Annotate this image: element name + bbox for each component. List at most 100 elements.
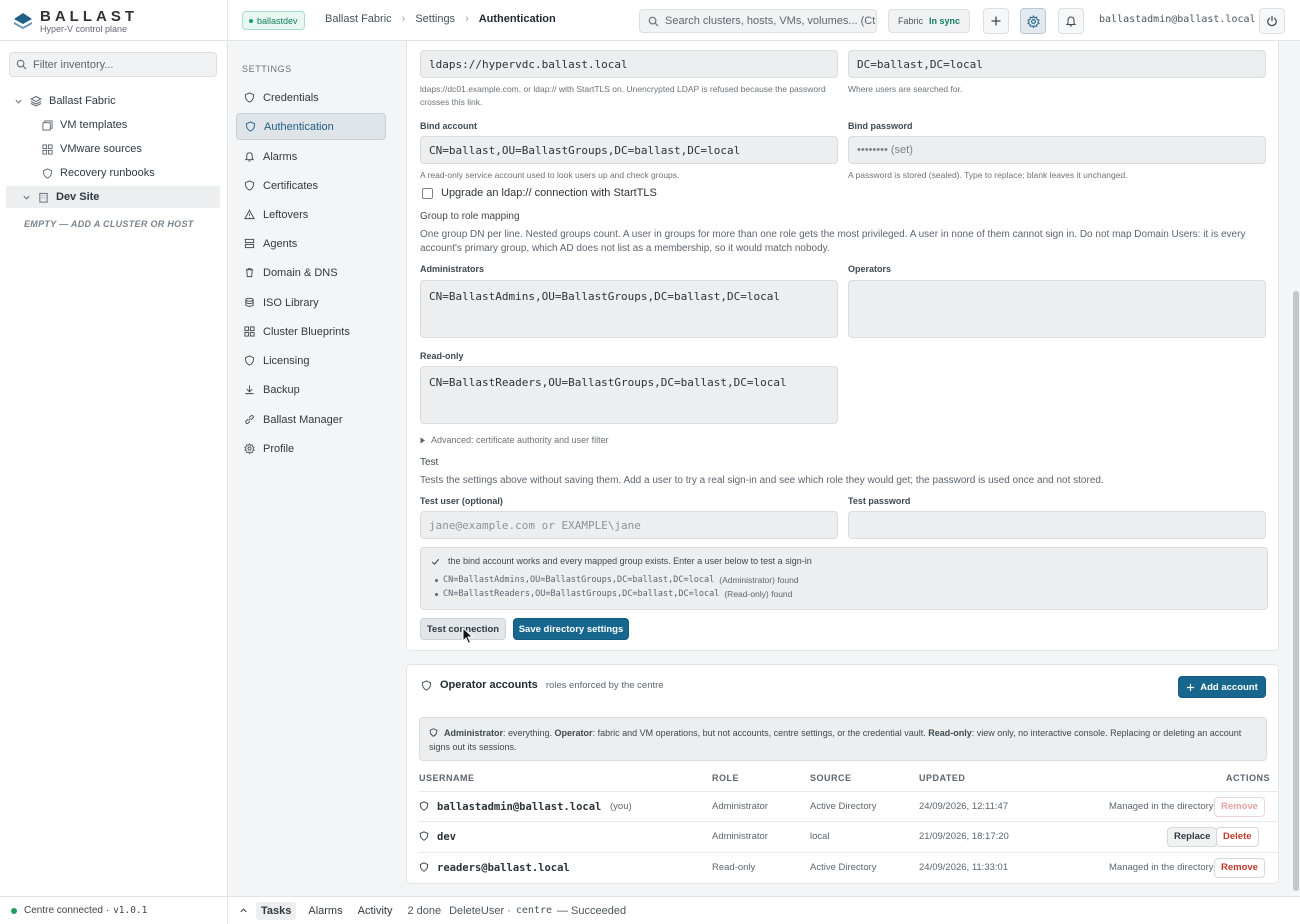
tab-alarms[interactable]: Alarms bbox=[308, 905, 342, 917]
nav-alarms[interactable]: Alarms bbox=[236, 143, 386, 170]
settings-button[interactable] bbox=[1020, 8, 1046, 34]
test-help: Tests the settings above without saving … bbox=[420, 475, 1104, 486]
filter-inventory-input[interactable]: Filter inventory... bbox=[9, 52, 217, 77]
column-header: SOURCE bbox=[810, 773, 852, 783]
role: Administrator bbox=[712, 801, 768, 812]
bind-password-input[interactable]: •••••••• (set) bbox=[848, 136, 1266, 164]
test-result-dn: CN=BallastAdmins,OU=BallastGroups,DC=bal… bbox=[443, 575, 715, 585]
replace-button[interactable]: Replace bbox=[1167, 826, 1218, 847]
download-icon bbox=[244, 384, 255, 395]
chevron-up-icon[interactable] bbox=[239, 906, 248, 915]
column-header: USERNAME bbox=[419, 773, 475, 783]
source: Active Directory bbox=[810, 801, 877, 812]
tree-item-vmware-sources[interactable]: VMware sources bbox=[42, 138, 142, 160]
layers-icon bbox=[30, 95, 42, 107]
administrators-textarea[interactable]: CN=BallastAdmins,OU=BallastGroups,DC=bal… bbox=[420, 280, 838, 338]
nav-leftovers[interactable]: Leftovers bbox=[236, 201, 386, 228]
remove-button[interactable]: Remove bbox=[1214, 857, 1265, 878]
updated: 21/09/2026, 18:17:20 bbox=[919, 831, 1009, 842]
info-shield-icon bbox=[429, 728, 438, 737]
nav-domain-dns[interactable]: Domain & DNS bbox=[236, 259, 386, 286]
starttls-checkbox[interactable] bbox=[422, 187, 433, 199]
nav-iso-library[interactable]: ISO Library bbox=[236, 289, 386, 316]
readonly-textarea[interactable]: CN=BallastReaders,OU=BallastGroups,DC=ba… bbox=[420, 366, 838, 424]
test-result-item: CN=BallastReaders,OU=BallastGroups,DC=ba… bbox=[435, 589, 792, 599]
tree-item-dev-site[interactable]: Dev Site bbox=[6, 186, 220, 208]
test-user-input[interactable]: jane@example.com or EXAMPLE\jane bbox=[420, 511, 838, 539]
last-task-result: — Succeeded bbox=[556, 904, 627, 917]
role-admin: Administrator bbox=[444, 728, 504, 738]
test-result-note: (Read-only) found bbox=[724, 589, 793, 599]
sign-out-button[interactable] bbox=[1259, 8, 1285, 34]
nav-agents[interactable]: Agents bbox=[236, 230, 386, 257]
notifications-button[interactable] bbox=[1058, 8, 1084, 34]
tree-item-fabric[interactable]: Ballast Fabric bbox=[14, 90, 116, 112]
shield-icon bbox=[244, 180, 255, 191]
nav-credentials[interactable]: Credentials bbox=[236, 84, 386, 111]
warning-icon bbox=[244, 209, 255, 220]
test-password-input[interactable] bbox=[848, 511, 1266, 539]
nav-authentication[interactable]: Authentication bbox=[236, 113, 386, 140]
save-directory-button[interactable]: Save directory settings bbox=[513, 618, 629, 640]
nav-licensing[interactable]: Licensing bbox=[236, 347, 386, 374]
plus-icon bbox=[990, 15, 1002, 27]
role-readonly: Read-only bbox=[928, 728, 972, 738]
server-icon bbox=[244, 238, 255, 249]
site-badge[interactable]: ballastdev bbox=[242, 11, 305, 30]
settings-nav: SETTINGS Credentials Authentication Alar… bbox=[229, 41, 394, 896]
tree-label-dev-site: Dev Site bbox=[56, 191, 100, 203]
advanced-toggle[interactable]: Advanced: certificate authority and user… bbox=[420, 435, 609, 445]
role: Administrator bbox=[712, 831, 768, 842]
breadcrumb-item[interactable]: Settings bbox=[415, 13, 455, 25]
power-icon bbox=[1266, 15, 1278, 27]
accounts-title: Operator accounts bbox=[440, 679, 538, 691]
nav-certificates[interactable]: Certificates bbox=[236, 172, 386, 199]
tab-activity[interactable]: Activity bbox=[358, 905, 393, 917]
source: Active Directory bbox=[810, 862, 877, 873]
test-title: Test bbox=[420, 457, 439, 468]
bind-account-help: A read-only service account used to look… bbox=[420, 170, 680, 180]
bell-icon bbox=[1065, 15, 1077, 27]
main-scrollbar[interactable] bbox=[1292, 41, 1300, 896]
tab-tasks[interactable]: Tasks bbox=[256, 901, 297, 920]
fabric-sync-status[interactable]: Fabric In sync bbox=[888, 9, 971, 33]
chevron-down-icon[interactable] bbox=[14, 97, 23, 106]
fabric-label: Fabric bbox=[898, 16, 924, 26]
nav-profile[interactable]: Profile bbox=[236, 435, 386, 462]
gear-icon bbox=[1026, 14, 1040, 28]
advanced-label: Advanced: certificate authority and user… bbox=[431, 435, 609, 445]
base-dn-help: Where users are searched for. bbox=[848, 84, 963, 94]
server-url-input[interactable]: ldaps://hypervdc.ballast.local bbox=[420, 50, 838, 78]
administrators-label: Administrators bbox=[420, 264, 485, 274]
caret-right-icon bbox=[420, 437, 426, 444]
directory-settings-card: ldaps://hypervdc.ballast.local DC=ballas… bbox=[406, 41, 1279, 651]
tree-item-vm-templates[interactable]: VM templates bbox=[42, 114, 127, 136]
breadcrumb-item[interactable]: Ballast Fabric bbox=[325, 13, 392, 25]
main-content: ldaps://hypervdc.ballast.local DC=ballas… bbox=[394, 41, 1290, 896]
current-user[interactable]: ballastadmin@ballast.local bbox=[1099, 14, 1256, 25]
bind-password-label: Bind password bbox=[848, 121, 913, 131]
nav-cluster-blueprints[interactable]: Cluster Blueprints bbox=[236, 318, 386, 345]
test-result-item: CN=BallastAdmins,OU=BallastGroups,DC=bal… bbox=[435, 575, 799, 585]
scrollbar-thumb[interactable] bbox=[1293, 291, 1299, 891]
delete-button[interactable]: Delete bbox=[1216, 826, 1259, 847]
fabric-status: In sync bbox=[929, 16, 961, 26]
nav-label: Profile bbox=[263, 442, 295, 455]
nav-backup[interactable]: Backup bbox=[236, 376, 386, 403]
global-search-input[interactable]: Search clusters, hosts, VMs, volumes... … bbox=[639, 9, 877, 33]
check-icon bbox=[431, 557, 440, 566]
tree-item-recovery-runbooks[interactable]: Recovery runbooks bbox=[42, 162, 155, 184]
chevron-down-icon[interactable] bbox=[22, 193, 31, 202]
add-account-button[interactable]: Add account bbox=[1178, 676, 1266, 698]
bind-account-input[interactable]: CN=ballast,OU=BallastGroups,DC=ballast,D… bbox=[420, 136, 838, 164]
link-icon bbox=[244, 414, 255, 425]
add-account-label: Add account bbox=[1200, 681, 1258, 693]
breadcrumb-separator: › bbox=[401, 13, 406, 25]
base-dn-input[interactable]: DC=ballast,DC=local bbox=[848, 50, 1266, 78]
nav-ballast-manager[interactable]: Ballast Manager bbox=[236, 406, 386, 433]
add-button[interactable] bbox=[983, 8, 1009, 34]
tasks-done-count: 2 done bbox=[407, 904, 442, 917]
breadcrumb-current: Authentication bbox=[478, 13, 556, 25]
nav-label: Ballast Manager bbox=[263, 413, 343, 426]
operators-textarea[interactable] bbox=[848, 280, 1266, 338]
